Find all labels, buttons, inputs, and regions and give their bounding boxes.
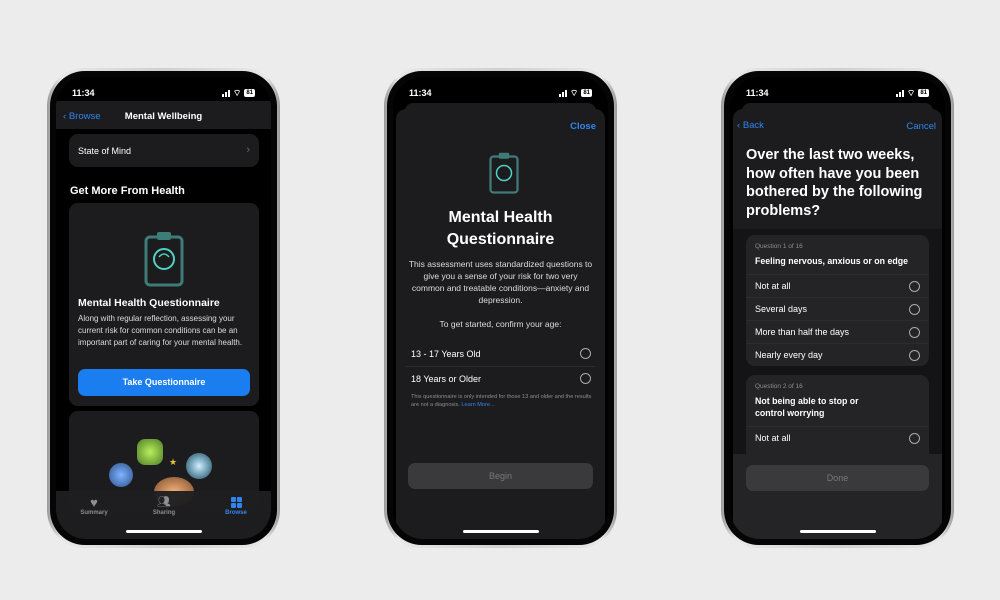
back-label: Back bbox=[742, 120, 764, 131]
clock: 11:34 bbox=[409, 88, 432, 98]
state-of-mind-row[interactable]: State of Mind › bbox=[69, 134, 259, 167]
battery-icon: 81 bbox=[244, 89, 255, 97]
option-label: Not at all bbox=[755, 433, 791, 443]
modal-sheet: ‹ Back Cancel Over the last two weeks, h… bbox=[733, 109, 942, 539]
signal-icon bbox=[558, 89, 567, 97]
take-questionnaire-button[interactable]: Take Questionnaire bbox=[78, 369, 250, 396]
begin-button[interactable]: Begin bbox=[408, 463, 593, 489]
modal-sheet: Close Mental Health Questionnaire This a… bbox=[396, 109, 605, 539]
clipboard-brain-icon bbox=[144, 232, 184, 287]
phone-browse: 11:34 ⌔ 81 ‹ Browse Mental Wellbeing State… bbox=[47, 68, 280, 548]
signal-icon bbox=[221, 89, 230, 97]
option-label: Nearly every day bbox=[755, 350, 823, 360]
option-label: Several days bbox=[755, 304, 808, 314]
heart-icon: ♥ bbox=[90, 495, 98, 510]
chevron-right-icon: › bbox=[246, 144, 250, 156]
phone-questions: 11:34 ⌔ 81 ‹ Back Cancel Over the last two… bbox=[721, 68, 954, 548]
tab-label: Browse bbox=[225, 510, 247, 516]
radio-button[interactable] bbox=[580, 373, 591, 384]
question-number: Question 1 of 16 bbox=[755, 243, 803, 250]
grid-icon bbox=[230, 497, 242, 508]
option-label: Not at all bbox=[755, 281, 791, 291]
home-indicator bbox=[462, 530, 539, 533]
star-icon: ★ bbox=[169, 457, 178, 467]
section-title: Get More From Health bbox=[70, 185, 185, 197]
page-title: Over the last two weeks, how often have … bbox=[746, 147, 923, 219]
page-title: Mental Health Questionnaire bbox=[446, 209, 555, 248]
option-label: More than half the days bbox=[755, 327, 850, 337]
tab-sharing[interactable]: 👥︎ Sharing bbox=[144, 495, 184, 516]
radio-button[interactable] bbox=[909, 349, 920, 361]
status-bar: 11:34 ⌔ 81 bbox=[409, 87, 592, 99]
tab-label: Sharing bbox=[152, 510, 176, 516]
clock: 11:34 bbox=[72, 88, 95, 98]
age-prompt: To get started, confirm your age: bbox=[439, 319, 562, 329]
question-text: Not being able to stop or control worryi… bbox=[755, 396, 859, 418]
green-flower-icon bbox=[137, 439, 163, 465]
disclaimer: This questionnaire is only intended for … bbox=[411, 394, 592, 408]
row-label: State of Mind bbox=[78, 146, 132, 156]
question-text: Feeling nervous, anxious or on edge bbox=[755, 256, 908, 266]
description: This assessment uses standardized questi… bbox=[408, 259, 593, 305]
signal-icon bbox=[895, 89, 904, 97]
cancel-button[interactable]: Cancel bbox=[906, 121, 936, 132]
answer-option[interactable]: Nearly every day bbox=[746, 343, 929, 366]
blue-flower-icon bbox=[109, 463, 133, 487]
wifi-icon: ⌔ bbox=[906, 87, 916, 98]
close-button[interactable]: Close bbox=[570, 121, 596, 132]
home-indicator bbox=[125, 530, 202, 533]
answer-option[interactable]: More than half the days bbox=[746, 320, 929, 343]
phone-age-confirm: 11:34 ⌔ 81 Close Mental Health Questionnai… bbox=[384, 68, 617, 548]
status-bar: 11:34 ⌔ 81 bbox=[72, 87, 255, 99]
footer: Done bbox=[733, 454, 942, 539]
option-label: 18 Years or Older bbox=[411, 374, 482, 384]
clipboard-brain-icon bbox=[489, 152, 519, 194]
radio-button[interactable] bbox=[909, 432, 920, 444]
wifi-icon: ⌔ bbox=[232, 87, 242, 98]
back-button[interactable]: ‹ Back bbox=[737, 120, 764, 131]
question-number: Question 2 of 16 bbox=[755, 383, 803, 390]
tab-browse[interactable]: Browse bbox=[216, 495, 256, 516]
radio-button[interactable] bbox=[909, 326, 920, 338]
tab-summary[interactable]: ♥ Summary bbox=[74, 495, 114, 516]
teal-circle-icon bbox=[186, 453, 212, 479]
learn-more-link[interactable]: Learn More... bbox=[461, 402, 494, 408]
people-icon: 👥︎ bbox=[157, 496, 171, 508]
option-13-17[interactable]: 13 - 17 Years Old bbox=[396, 341, 605, 366]
radio-button[interactable] bbox=[909, 303, 920, 315]
radio-button[interactable] bbox=[909, 280, 920, 292]
card-body: Along with regular reflection, assessing… bbox=[78, 314, 243, 347]
card-title: Mental Health Questionnaire bbox=[78, 297, 220, 309]
battery-icon: 81 bbox=[581, 89, 592, 97]
option-label: 13 - 17 Years Old bbox=[411, 349, 481, 359]
home-indicator bbox=[799, 530, 876, 533]
option-18-plus[interactable]: 18 Years or Older bbox=[396, 366, 605, 391]
radio-button[interactable] bbox=[580, 348, 591, 359]
battery-icon: 81 bbox=[918, 89, 929, 97]
tab-label: Summary bbox=[80, 510, 108, 516]
wifi-icon: ⌔ bbox=[569, 87, 579, 98]
status-bar: 11:34 ⌔ 81 bbox=[746, 87, 929, 99]
nav-title: Mental Wellbeing bbox=[124, 111, 203, 122]
questionnaire-card: Mental Health Questionnaire Along with r… bbox=[69, 203, 259, 406]
answer-option[interactable]: Not at all bbox=[746, 274, 929, 297]
done-button[interactable]: Done bbox=[746, 465, 929, 491]
answer-option[interactable]: Not at all bbox=[746, 426, 929, 449]
answer-option[interactable]: Several days bbox=[746, 297, 929, 320]
clock: 11:34 bbox=[746, 88, 769, 98]
question-card-1: Question 1 of 16 Feeling nervous, anxiou… bbox=[746, 235, 929, 366]
